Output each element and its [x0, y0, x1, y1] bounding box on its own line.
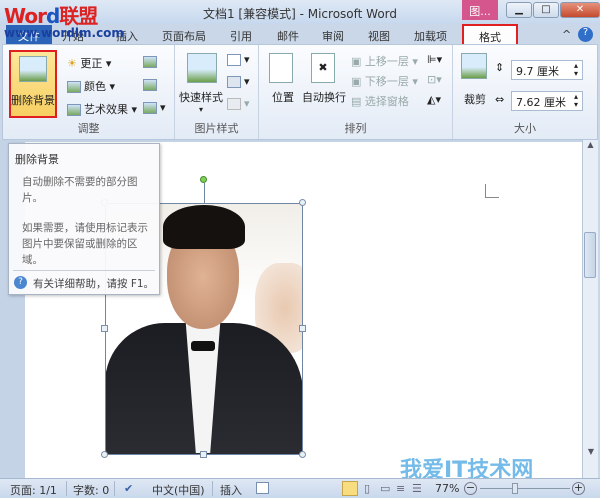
resize-handle-right[interactable]: [299, 325, 306, 332]
tab-view[interactable]: 视图: [368, 28, 390, 44]
group-arrange: 位置 ✖ 自动换行 ▣ 上移一层 ▾ ▣ 下移一层 ▾ ▤ 选择窗格 ⊫▾ ⊡▾…: [259, 45, 453, 139]
picture-layout-icon: [227, 98, 241, 110]
picture-layout-button[interactable]: ▾: [227, 97, 250, 110]
position-button[interactable]: 位置: [265, 51, 301, 121]
help-icon: ?: [14, 276, 27, 289]
zoom-slider[interactable]: [480, 488, 570, 489]
tooltip-divider: [13, 270, 155, 271]
remove-background-button[interactable]: 删除背景: [9, 50, 57, 118]
collapse-ribbon-icon[interactable]: ^: [562, 28, 571, 41]
compress-icon: [143, 56, 157, 68]
wrap-text-icon: ✖: [311, 53, 335, 83]
color-icon: [67, 81, 81, 93]
scrollbar-thumb[interactable]: [584, 232, 596, 278]
margin-mark: [485, 184, 499, 198]
scroll-up-icon[interactable]: ▲: [583, 140, 598, 149]
tooltip-instructions: 如果需要，请使用标记表示图片中要保留或删除的区域。: [22, 222, 148, 266]
full-screen-reading-icon[interactable]: ▯: [364, 482, 370, 495]
draft-view-icon[interactable]: ☰: [412, 482, 422, 495]
picture-effects-icon: [227, 76, 241, 88]
tooltip-help: 有关详细帮助，请按 F1。: [33, 278, 155, 290]
language[interactable]: 中文(中国): [152, 482, 205, 498]
remove-background-tooltip: 删除背景 自动删除不需要的部分图片。 如果需要，请使用标记表示图片中要保留或删除…: [8, 143, 160, 295]
maximize-button[interactable]: □: [533, 2, 559, 18]
width-input[interactable]: 7.62 厘米 ▴ ▾: [511, 91, 583, 111]
bring-forward-button[interactable]: ▣ 上移一层 ▾: [351, 53, 418, 69]
print-layout-view-icon[interactable]: [342, 481, 358, 496]
rotation-line: [204, 183, 205, 203]
tab-review[interactable]: 审阅: [322, 28, 344, 44]
outline-view-icon[interactable]: ≡: [396, 482, 405, 495]
rotate-button[interactable]: ◭▾: [427, 93, 441, 106]
proofing-icon[interactable]: ✔: [124, 482, 133, 495]
zoom-out-button[interactable]: −: [464, 482, 477, 495]
logo-url: www.wordlm.com: [4, 26, 124, 40]
vertical-scrollbar[interactable]: ▲ ▼: [582, 140, 598, 478]
close-button[interactable]: ✕: [560, 2, 600, 18]
insert-mode[interactable]: 插入: [220, 482, 242, 498]
crop-icon: [461, 53, 487, 79]
web-layout-icon[interactable]: ▭: [380, 482, 390, 495]
help-icon[interactable]: ?: [578, 27, 593, 42]
status-bar: 页面: 1/1 字数: 0 ✔ 中文(中国) 插入 ▯ ▭ ≡ ☰ 77% − …: [0, 478, 600, 498]
separator: [212, 481, 213, 496]
reset-picture-icon: [143, 102, 157, 114]
macro-recording-icon[interactable]: [256, 482, 269, 494]
tab-mailings[interactable]: 邮件: [277, 28, 299, 44]
scroll-down-icon[interactable]: ▼: [583, 447, 599, 456]
minimize-button[interactable]: ▁: [506, 2, 532, 18]
group-objects-button[interactable]: ⊡▾: [427, 73, 442, 86]
width-icon: ⇔: [495, 93, 505, 106]
remove-background-icon: [19, 56, 47, 82]
height-input[interactable]: 9.7 厘米 ▴ ▾: [511, 60, 583, 80]
resize-handle-bottom[interactable]: [200, 451, 207, 458]
send-backward-button[interactable]: ▣ 下移一层 ▾: [351, 73, 418, 89]
separator: [66, 481, 67, 496]
crop-button[interactable]: 裁剪: [457, 51, 493, 121]
tooltip-description: 自动删除不需要的部分图片。: [22, 176, 138, 204]
color-button[interactable]: 颜色 ▾: [67, 78, 115, 94]
corrections-button[interactable]: ☀ 更正 ▾: [67, 55, 111, 71]
group-adjust: 删除背景 ☀ 更正 ▾ 颜色 ▾ 艺术效果 ▾ ▾ 调整: [3, 45, 175, 139]
tooltip-title: 删除背景: [15, 153, 59, 166]
zoom-in-button[interactable]: +: [572, 482, 585, 495]
context-tab-picture-tools[interactable]: 图...: [462, 0, 498, 20]
quick-styles-button[interactable]: 快速样式 ▾: [179, 51, 223, 121]
group-picture-styles: 快速样式 ▾ ▾ ▾ ▾ 图片样式: [175, 45, 259, 139]
quick-styles-icon: [187, 53, 217, 83]
tab-page-layout[interactable]: 页面布局: [162, 28, 206, 44]
zoom-level[interactable]: 77%: [435, 482, 459, 495]
resize-handle-bottom-left[interactable]: [101, 451, 108, 458]
change-picture-icon: [143, 79, 157, 91]
resize-handle-left[interactable]: [101, 325, 108, 332]
picture-effects-button[interactable]: ▾: [227, 75, 250, 88]
page-count[interactable]: 页面: 1/1: [10, 482, 57, 498]
artistic-effects-button[interactable]: 艺术效果 ▾: [67, 101, 137, 117]
reset-picture-button[interactable]: ▾: [143, 101, 166, 114]
tab-references[interactable]: 引用: [230, 28, 252, 44]
compress-pictures-button[interactable]: [143, 55, 160, 68]
picture-border-button[interactable]: ▾: [227, 53, 250, 66]
wrap-text-button[interactable]: ✖ 自动换行: [301, 51, 347, 121]
resize-handle-bottom-right[interactable]: [299, 451, 306, 458]
rotation-handle[interactable]: [200, 176, 207, 183]
resize-handle-top-right[interactable]: [299, 199, 306, 206]
title-bar: 文档1 [兼容模式] - Microsoft Word Word联盟 图... …: [0, 0, 600, 28]
height-icon: ⇕: [495, 61, 505, 74]
align-button[interactable]: ⊫▾: [427, 53, 442, 66]
ribbon: 删除背景 ☀ 更正 ▾ 颜色 ▾ 艺术效果 ▾ ▾ 调整 快速样式 ▾ ▾ ▾ …: [2, 44, 598, 140]
sun-icon: ☀: [67, 57, 81, 70]
artistic-effects-icon: [67, 104, 81, 116]
selection-pane-button[interactable]: ▤ 选择窗格: [351, 93, 409, 109]
separator: [114, 481, 115, 496]
change-picture-button[interactable]: [143, 78, 160, 91]
tab-format[interactable]: 格式: [462, 24, 518, 46]
picture-border-icon: [227, 54, 241, 66]
zoom-slider-thumb[interactable]: [512, 483, 518, 494]
position-icon: [269, 53, 293, 83]
tab-addins[interactable]: 加载项: [414, 28, 447, 44]
word-count[interactable]: 字数: 0: [73, 482, 109, 498]
